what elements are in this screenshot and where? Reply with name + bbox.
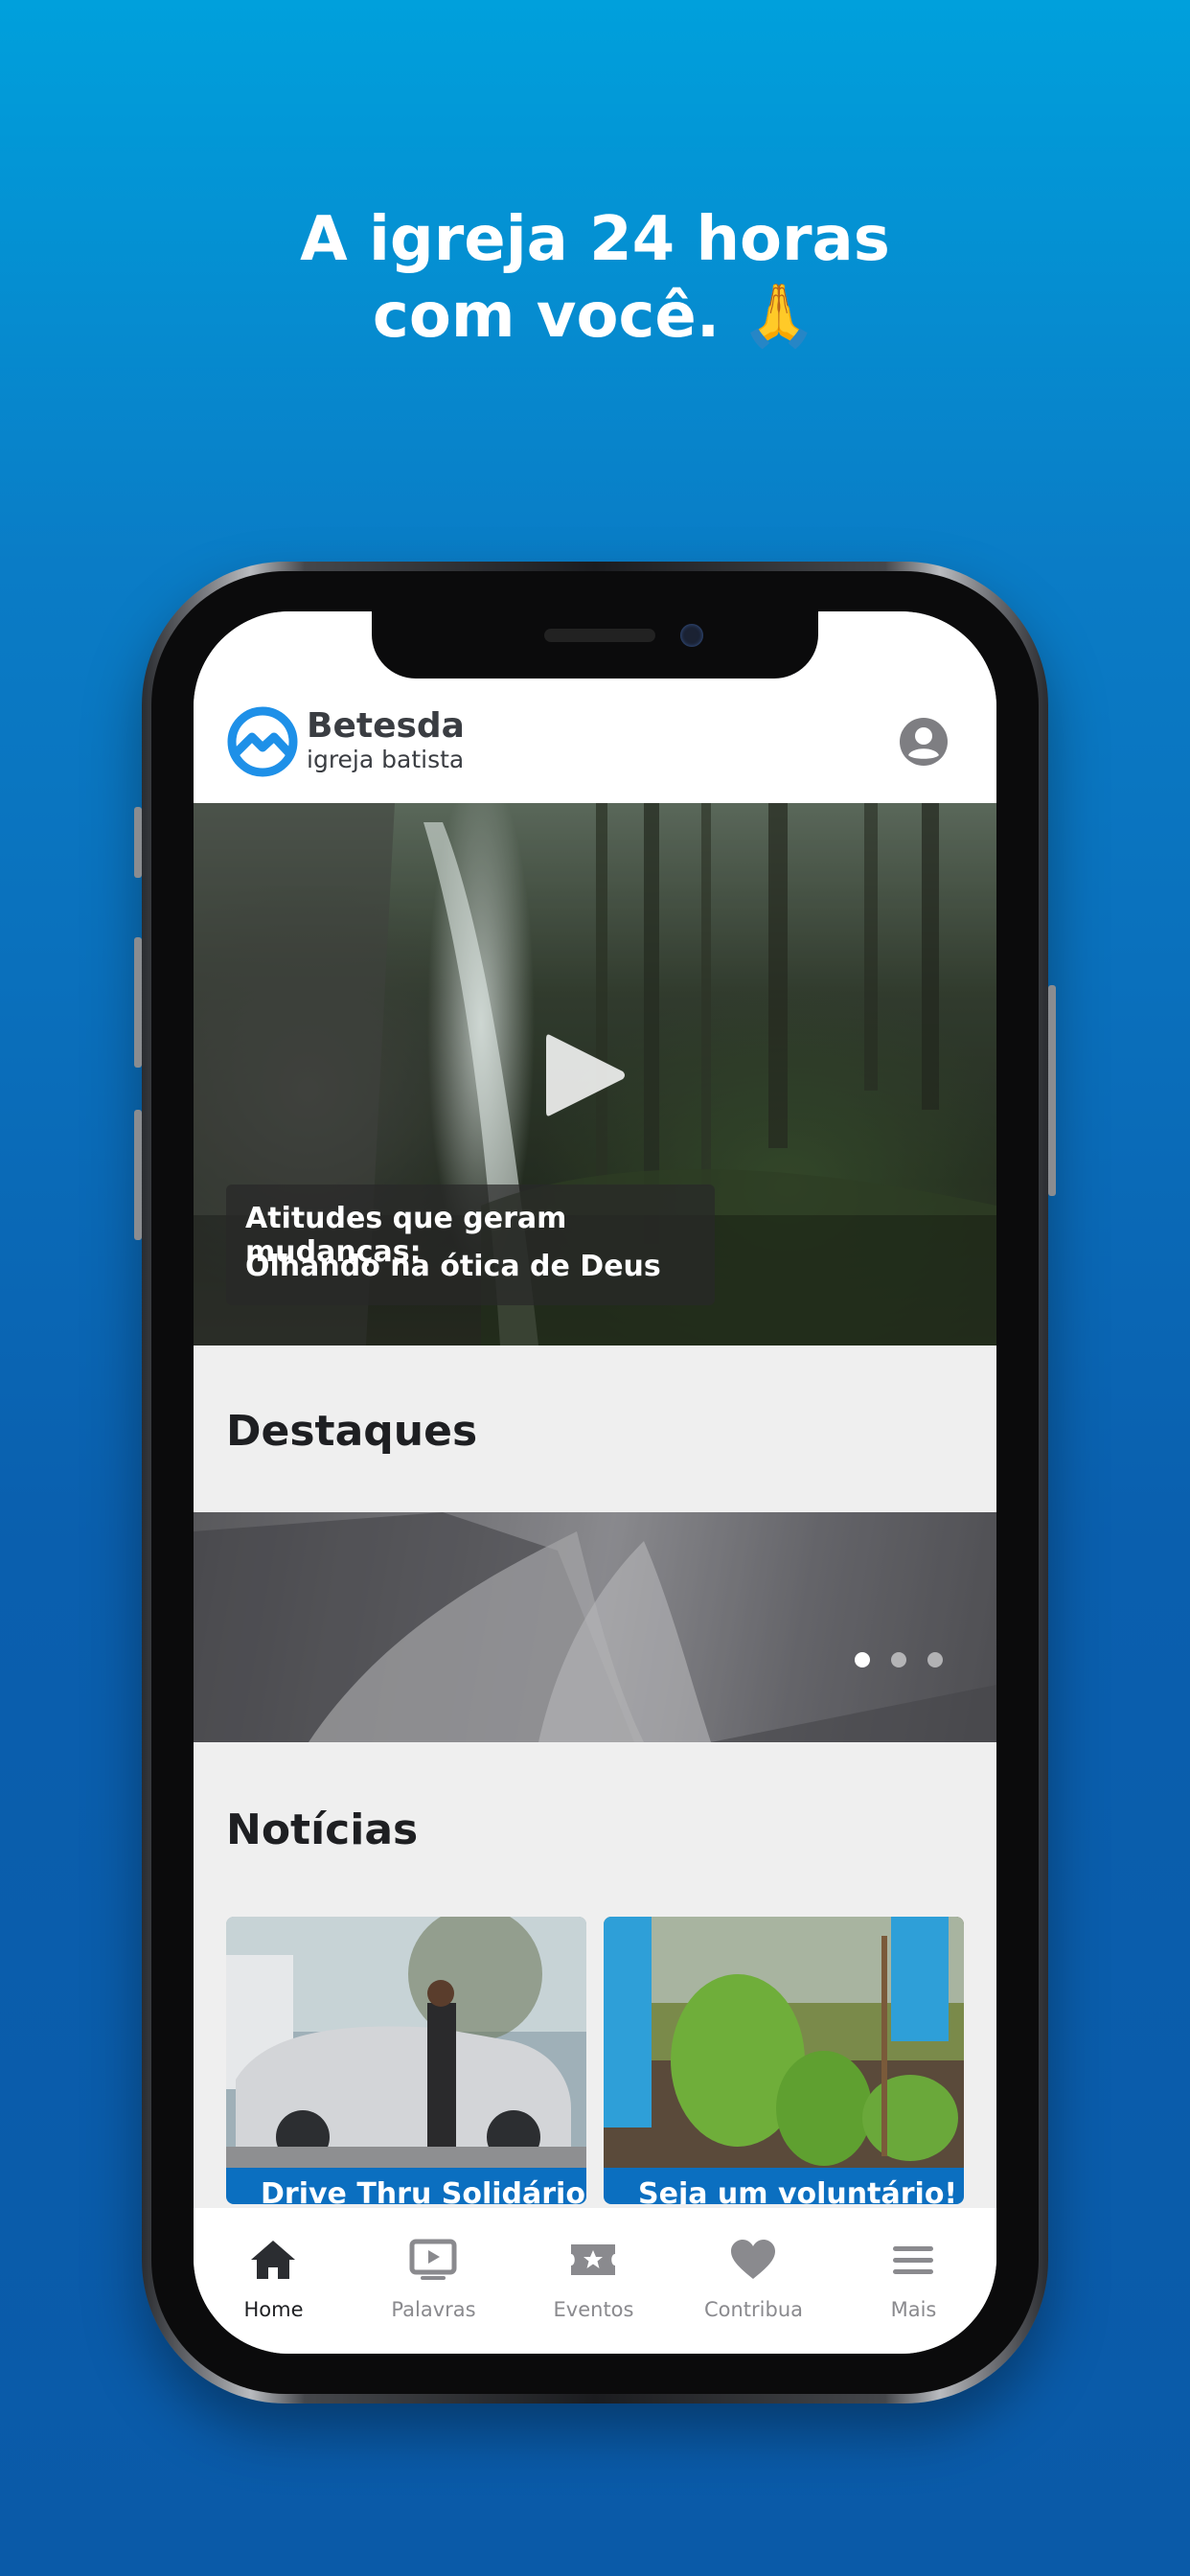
tab-label: Contribua xyxy=(703,2298,804,2321)
hero-caption: Atitudes que geram mudanças: Olhando na … xyxy=(226,1184,715,1305)
news-title: Drive Thru Solidário xyxy=(261,2177,585,2204)
tab-home[interactable]: Home xyxy=(194,2208,354,2333)
phone-volume-up-button xyxy=(134,937,142,1068)
user-profile-icon[interactable] xyxy=(899,717,949,767)
highlights-carousel[interactable] xyxy=(194,1512,996,1742)
home-icon xyxy=(251,2241,295,2279)
tab-mais[interactable]: Mais xyxy=(834,2208,994,2333)
tab-contribua[interactable]: Contribua xyxy=(674,2208,834,2333)
phone-volume-down-button xyxy=(134,1110,142,1240)
phone-notch xyxy=(372,611,818,678)
promo-headline-line-1: A igreja 24 horas xyxy=(300,204,890,275)
ticket-star-icon xyxy=(571,2244,615,2275)
news-image-drive-thru xyxy=(226,1917,586,2168)
tab-palavras[interactable]: Palavras xyxy=(354,2208,514,2333)
highlights-banner-image xyxy=(194,1512,996,1742)
phone-power-button xyxy=(1048,985,1056,1196)
play-icon[interactable] xyxy=(542,1029,629,1121)
carousel-dot-3[interactable] xyxy=(927,1652,943,1668)
tab-eventos[interactable]: Eventos xyxy=(514,2208,674,2333)
promo-headline: A igreja 24 horas com você. 🙏 xyxy=(0,201,1190,355)
betesda-logo-icon xyxy=(227,706,298,777)
brand-name: Betesda xyxy=(307,706,465,746)
tab-label: Mais xyxy=(890,2298,937,2321)
promo-headline-line-2: com você. 🙏 xyxy=(372,281,818,352)
phone-silent-switch xyxy=(134,807,142,878)
carousel-dot-2[interactable] xyxy=(891,1652,906,1668)
tab-label: Palavras xyxy=(391,2298,476,2321)
tab-label: Eventos xyxy=(553,2298,634,2321)
hero-video-card[interactable]: Atitudes que geram mudanças: Olhando na … xyxy=(194,803,996,1346)
heart-icon xyxy=(731,2240,775,2279)
hero-caption-line-2: Olhando na ótica de Deus xyxy=(245,1250,661,1283)
brand-subtitle: igreja batista xyxy=(307,746,465,773)
highlights-section-title: Destaques xyxy=(226,1407,478,1456)
menu-icon xyxy=(893,2246,933,2274)
news-image-volunteer xyxy=(604,1917,964,2168)
phone-screen: Betesda igreja batista Atitudes que gera xyxy=(194,611,996,2354)
news-title: Seja um voluntário! xyxy=(638,2177,958,2204)
bottom-tab-bar: Home Palavras Eventos Contribua Mais xyxy=(194,2208,996,2354)
video-play-icon xyxy=(409,2239,457,2280)
news-section-title: Notícias xyxy=(226,1806,419,1854)
speaker-grille xyxy=(544,629,655,642)
news-card[interactable]: Drive Thru Solidário xyxy=(226,1917,586,2204)
news-card[interactable]: Seja um voluntário! xyxy=(604,1917,964,2204)
front-camera xyxy=(680,624,703,647)
carousel-dot-1[interactable] xyxy=(855,1652,870,1668)
tab-label: Home xyxy=(243,2298,304,2321)
